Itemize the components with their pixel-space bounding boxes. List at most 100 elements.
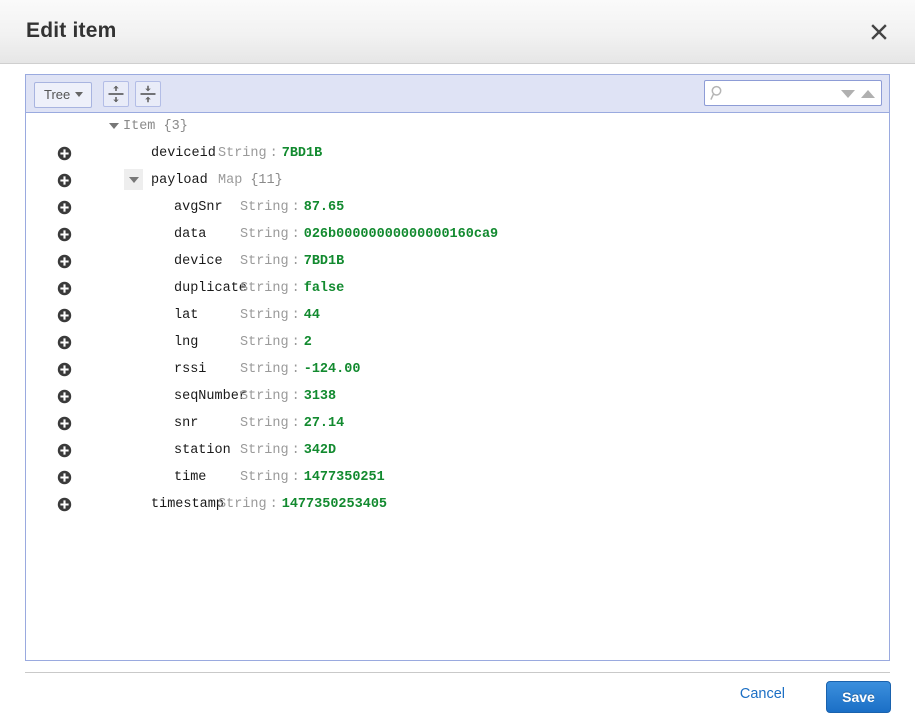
field-value[interactable]: 1477350253405 bbox=[282, 497, 387, 512]
field-value[interactable]: {11} bbox=[250, 173, 282, 188]
search-next-icon[interactable] bbox=[841, 90, 855, 98]
field-name: device bbox=[174, 254, 223, 269]
field-type: String bbox=[240, 227, 289, 242]
field-name: avgSnr bbox=[174, 200, 223, 215]
add-field-icon[interactable] bbox=[57, 281, 72, 296]
field-value[interactable]: 7BD1B bbox=[282, 146, 323, 161]
add-field-icon[interactable] bbox=[57, 308, 72, 323]
json-editor-panel: Tree Item {3} deviceid String: 7BD1B pa… bbox=[25, 74, 890, 661]
tree-row[interactable]: time String:1477350251 bbox=[26, 464, 889, 491]
tree-row[interactable]: lng String:2 bbox=[26, 329, 889, 356]
field-type: String bbox=[240, 470, 289, 485]
tree-row[interactable]: device String:7BD1B bbox=[26, 248, 889, 275]
tree-row[interactable]: deviceid String:7BD1B bbox=[26, 140, 889, 167]
add-field-icon[interactable] bbox=[57, 146, 72, 161]
tree-row[interactable]: station String:342D bbox=[26, 437, 889, 464]
field-name: payload bbox=[151, 173, 208, 188]
node-expand-toggle[interactable] bbox=[124, 168, 143, 190]
field-type: String bbox=[240, 443, 289, 458]
field-type: String bbox=[240, 281, 289, 296]
field-separator: : bbox=[291, 308, 300, 323]
close-icon[interactable] bbox=[865, 18, 893, 46]
edit-item-dialog: Edit item Tree Item {3} deviceid String … bbox=[0, 0, 915, 728]
add-field-icon[interactable] bbox=[57, 416, 72, 431]
tree-row[interactable]: payload Map {11} bbox=[26, 167, 889, 194]
dialog-titlebar: Edit item bbox=[0, 0, 915, 64]
field-separator: : bbox=[269, 146, 278, 161]
field-name: lng bbox=[174, 335, 199, 350]
mode-dropdown-button[interactable]: Tree bbox=[34, 82, 93, 108]
field-name: lat bbox=[174, 308, 199, 323]
tree-rows-container: deviceid String:7BD1B payload Map {11} avgSnr… bbox=[26, 140, 889, 518]
field-name: deviceid bbox=[151, 146, 216, 161]
field-value[interactable]: 342D bbox=[304, 443, 336, 458]
field-value[interactable]: 27.14 bbox=[304, 416, 345, 431]
field-value[interactable]: false bbox=[304, 281, 345, 296]
cancel-button[interactable]: Cancel bbox=[740, 686, 785, 702]
save-button[interactable]: Save bbox=[826, 681, 891, 713]
field-type: String bbox=[240, 335, 289, 350]
root-count: {3} bbox=[163, 119, 188, 134]
field-separator: : bbox=[291, 416, 300, 431]
field-name: seqNumber bbox=[174, 389, 247, 404]
field-name: timestamp bbox=[151, 497, 224, 512]
field-type: String bbox=[218, 146, 267, 161]
tree-row-root[interactable]: Item {3} bbox=[26, 113, 889, 140]
add-field-icon[interactable] bbox=[57, 254, 72, 269]
add-field-icon[interactable] bbox=[57, 335, 72, 350]
field-value[interactable]: 44 bbox=[304, 308, 320, 323]
field-value[interactable]: 1477350251 bbox=[304, 470, 385, 485]
dialog-title: Edit item bbox=[26, 19, 117, 42]
field-separator: : bbox=[291, 254, 300, 269]
field-value[interactable]: 87.65 bbox=[304, 200, 345, 215]
field-name: time bbox=[174, 470, 207, 485]
add-field-icon[interactable] bbox=[57, 362, 72, 377]
expand-all-button[interactable] bbox=[103, 81, 129, 107]
collapse-all-button[interactable] bbox=[135, 81, 161, 107]
field-separator: : bbox=[291, 281, 300, 296]
tree-row[interactable]: duplicate String: false bbox=[26, 275, 889, 302]
add-field-icon[interactable] bbox=[57, 227, 72, 242]
field-separator: : bbox=[291, 470, 300, 485]
field-type: String bbox=[240, 362, 289, 377]
add-field-icon[interactable] bbox=[57, 389, 72, 404]
search-previous-icon[interactable] bbox=[861, 90, 875, 98]
tree-row[interactable]: avgSnr String:87.65 bbox=[26, 194, 889, 221]
add-field-icon[interactable] bbox=[57, 470, 72, 485]
tree-row[interactable]: snr String:27.14 bbox=[26, 410, 889, 437]
field-separator: : bbox=[291, 443, 300, 458]
root-expand-toggle[interactable] bbox=[104, 115, 123, 136]
field-separator: : bbox=[291, 335, 300, 350]
field-name: station bbox=[174, 443, 231, 458]
field-type: String bbox=[240, 416, 289, 431]
tree-row[interactable]: data String:026b00000000000000160ca9 bbox=[26, 221, 889, 248]
editor-toolbar: Tree bbox=[26, 75, 889, 113]
tree-row[interactable]: rssi String: -124.00 bbox=[26, 356, 889, 383]
field-value[interactable]: 7BD1B bbox=[304, 254, 345, 269]
field-type: String bbox=[240, 308, 289, 323]
add-field-icon[interactable] bbox=[57, 497, 72, 512]
tree-row[interactable]: timestamp String:1477350253405 bbox=[26, 491, 889, 518]
add-field-icon[interactable] bbox=[57, 443, 72, 458]
json-tree: Item {3} deviceid String:7BD1B payload Map{… bbox=[26, 113, 889, 660]
search-input[interactable] bbox=[729, 81, 843, 107]
add-field-icon[interactable] bbox=[57, 200, 72, 215]
field-name: duplicate bbox=[174, 281, 247, 296]
field-value[interactable]: 2 bbox=[304, 335, 312, 350]
tree-row[interactable]: seqNumber String:3138 bbox=[26, 383, 889, 410]
footer-divider bbox=[25, 672, 890, 673]
field-value[interactable]: 026b00000000000000160ca9 bbox=[304, 227, 498, 242]
collapse-all-icon bbox=[136, 85, 160, 103]
field-value[interactable]: -124.00 bbox=[304, 362, 361, 377]
triangle-down-icon bbox=[129, 176, 139, 183]
root-label: Item bbox=[123, 119, 156, 134]
field-value[interactable]: 3138 bbox=[304, 389, 336, 404]
triangle-down-icon bbox=[109, 122, 119, 129]
field-type: String bbox=[240, 389, 289, 404]
tree-row[interactable]: lat String:44 bbox=[26, 302, 889, 329]
add-field-icon[interactable] bbox=[57, 173, 72, 188]
search-box bbox=[704, 80, 882, 107]
field-separator: : bbox=[291, 362, 300, 377]
field-type: String bbox=[240, 254, 289, 269]
field-separator: : bbox=[291, 227, 300, 242]
